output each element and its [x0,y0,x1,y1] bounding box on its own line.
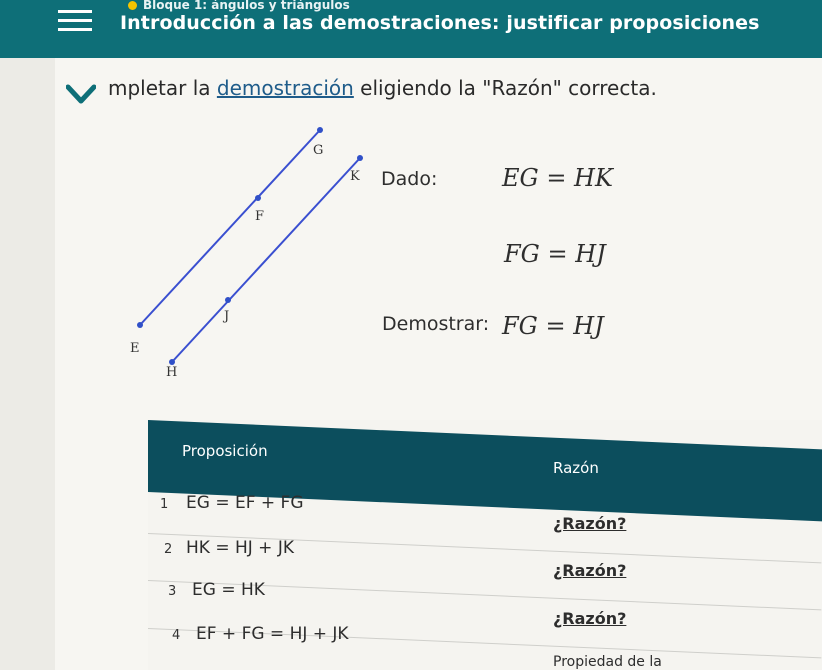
point-e [137,322,143,328]
proposition-4: EF + FG = HJ + JK [196,624,349,644]
prove-label: Demostrar: [382,313,490,335]
proof-table: Proposición Razón 1 EG = EF + FG ¿Razón?… [148,420,822,670]
geometry-diagram: G K F J E H [130,127,363,380]
breadcrumb[interactable]: Bloque 1: ángulos y triángulos [128,0,350,12]
column-header-reason: Razón [553,459,599,477]
instruction-prefix: mpletar la [108,76,217,100]
reason-selector-1[interactable]: ¿Razón? [553,514,626,533]
point-k [357,155,363,161]
row-number: 4 [172,628,181,643]
segment-eg [139,129,321,326]
page-title: Introducción a las demostraciones: justi… [120,12,760,34]
point-f [255,195,261,201]
label-j: J [222,309,229,324]
instruction-text: mpletar la demostración eligiendo la "Ra… [108,76,657,100]
given-label: Dado: [381,168,438,190]
demonstration-link[interactable]: demostración [217,76,354,100]
label-f: F [255,209,264,224]
hamburger-menu-icon[interactable] [58,10,92,32]
given-statement-2: FG = HJ [504,240,606,268]
reason-selector-2[interactable]: ¿Razón? [553,561,626,580]
reason-text-4[interactable]: Propiedad de la [553,654,662,670]
reason-selector-3[interactable]: ¿Razón? [553,609,626,628]
status-dot-icon [128,1,137,10]
prove-statement: FG = HJ [502,312,604,340]
instruction-suffix: eligiendo la "Razón" correcta. [353,76,657,100]
row-number: 3 [168,584,177,599]
row-number: 1 [160,497,169,512]
row-number: 2 [164,542,173,557]
point-g [317,127,323,133]
proposition-2: HK = HJ + JK [186,538,294,558]
proposition-3: EG = HK [192,580,265,600]
label-g: G [313,143,323,158]
column-header-proposition: Proposición [182,442,268,460]
label-h: H [166,365,177,380]
proposition-1: EG = EF + FG [186,493,304,513]
point-j [225,297,231,303]
label-e: E [130,341,140,356]
given-statement-1: EG = HK [502,164,613,192]
label-k: K [350,169,360,184]
top-bar: Bloque 1: ángulos y triángulos Introducc… [0,0,822,58]
chevron-down-icon[interactable] [66,84,96,104]
breadcrumb-text: Bloque 1: ángulos y triángulos [143,0,350,12]
